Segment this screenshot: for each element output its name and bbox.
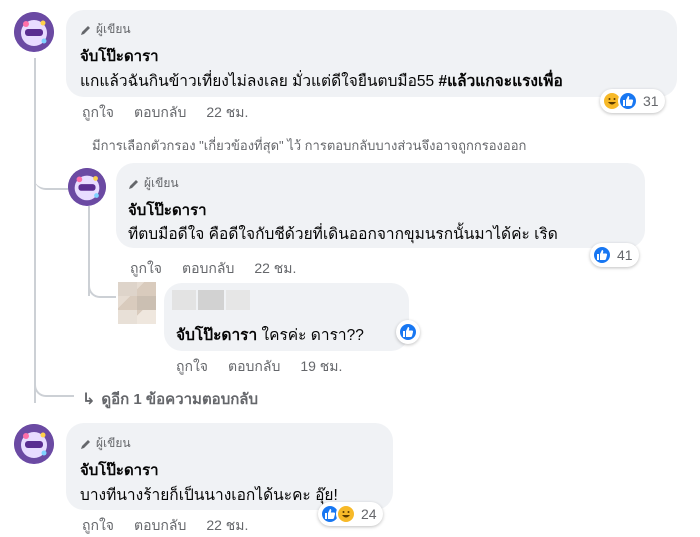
author-name-blurred: [172, 290, 250, 310]
haha-icon: [336, 504, 356, 524]
thread-connector-reply-2: [88, 270, 116, 298]
avatar-logo-icon: [68, 168, 106, 206]
like-button[interactable]: ถูกใจ: [176, 356, 208, 378]
mentioned-user-link[interactable]: จับโป๊ะดารา: [176, 327, 257, 344]
avatar[interactable]: [68, 168, 106, 206]
pencil-icon: [81, 439, 90, 449]
reply-button[interactable]: ตอบกลับ: [134, 515, 186, 537]
like-icon: [398, 322, 418, 342]
comment-timestamp[interactable]: 19 ชม.: [300, 356, 342, 378]
comment-actions: ถูกใจ ตอบกลับ 22 ชม.: [82, 102, 248, 124]
reply-arrow-icon: ↳: [82, 391, 96, 408]
avatar[interactable]: [14, 424, 54, 464]
reply-button[interactable]: ตอบกลับ: [182, 258, 234, 280]
view-more-replies-link[interactable]: ↳ ดูอีก 1 ข้อความตอบกลับ: [82, 387, 258, 411]
comment-actions: ถูกใจ ตอบกลับ 22 ชม.: [130, 258, 296, 280]
author-badge: ผู้เขียน: [80, 20, 131, 39]
avatar-logo-icon: [14, 424, 54, 464]
thread-connector-reply-1: [34, 160, 68, 190]
comment-text: จับโป๊ะดารา ใครค่ะ ดารา??: [176, 327, 364, 344]
reply-button[interactable]: ตอบกลับ: [134, 102, 186, 124]
reaction-count: 31: [643, 93, 659, 109]
reaction-summary[interactable]: [396, 320, 420, 344]
like-icon: [618, 91, 638, 111]
like-button[interactable]: ถูกใจ: [82, 515, 114, 537]
reaction-summary[interactable]: 41: [590, 243, 639, 267]
author-badge: ผู้เขียน: [80, 434, 131, 453]
comment-author-name[interactable]: จับโป๊ะดารา: [128, 198, 207, 222]
reaction-count: 41: [617, 247, 633, 263]
comment-timestamp[interactable]: 22 ชม.: [206, 515, 248, 537]
avatar-logo-icon: [14, 12, 54, 52]
pencil-icon: [129, 179, 138, 189]
reaction-summary[interactable]: 31: [600, 89, 665, 113]
comment-timestamp[interactable]: 22 ชม.: [206, 102, 248, 124]
comment-actions: ถูกใจ ตอบกลับ 22 ชม.: [82, 515, 248, 537]
like-button[interactable]: ถูกใจ: [82, 102, 114, 124]
author-badge: ผู้เขียน: [128, 174, 179, 193]
comment-text: บางทีนางร้ายก็เป็นนางเอกได้นะคะ อุ๊ย!: [80, 487, 338, 504]
comment-author-name[interactable]: จับโป๊ะดารา: [80, 458, 159, 482]
reaction-summary[interactable]: 24: [318, 502, 383, 526]
filter-note: มีการเลือกตัวกรอง "เกี่ยวข้องที่สุด" ไว้…: [92, 138, 527, 153]
like-icon: [592, 245, 612, 265]
avatar[interactable]: [14, 12, 54, 52]
pencil-icon: [81, 25, 90, 35]
comment-actions: ถูกใจ ตอบกลับ 19 ชม.: [176, 356, 342, 378]
reaction-count: 24: [361, 506, 377, 522]
avatar-blurred[interactable]: [118, 282, 156, 324]
comment-text: ทีตบมือดีใจ คือดีใจกับชีด้วยที่เดินออกจา…: [128, 226, 558, 243]
hashtag-link[interactable]: #แล้วแกจะแรงเพื่อ: [438, 73, 562, 90]
like-button[interactable]: ถูกใจ: [130, 258, 162, 280]
comment-timestamp[interactable]: 22 ชม.: [254, 258, 296, 280]
thread-connector-more: [34, 370, 74, 397]
thread-line-main: [34, 58, 36, 403]
comment-author-name[interactable]: จับโป๊ะดารา: [80, 44, 159, 68]
comment-text: แกแล้วฉันกินข้าวเที่ยงไม่ลงเลย มั่วแต่ดี…: [80, 73, 563, 90]
reply-button[interactable]: ตอบกลับ: [228, 356, 280, 378]
